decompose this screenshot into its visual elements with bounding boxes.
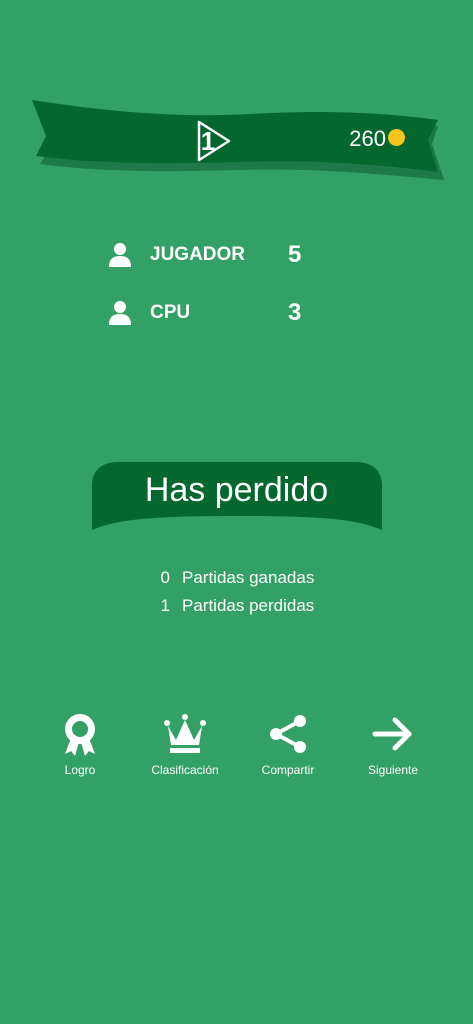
- result-title: Has perdido: [144, 471, 329, 509]
- achievement-label: Logro: [64, 763, 96, 777]
- share-button[interactable]: Compartir: [233, 712, 343, 784]
- games-won-label: Partidas ganadas: [182, 568, 315, 587]
- arrow-right-icon: [372, 717, 412, 751]
- games-won-count: 0: [160, 568, 170, 587]
- crown-icon: [164, 714, 206, 753]
- player-score-jugador: 5: [288, 241, 302, 268]
- cpu-icon: [109, 301, 131, 325]
- coins-count: 260: [349, 126, 386, 151]
- games-lost-count: 1: [160, 596, 170, 615]
- user-icon: [109, 243, 131, 267]
- award-ribbon-icon: [65, 714, 95, 756]
- leaderboard-button[interactable]: Clasificación: [130, 712, 240, 784]
- share-label: Compartir: [261, 763, 315, 777]
- player-name-jugador: JUGADOR: [150, 244, 246, 265]
- next-label: Siguiente: [367, 763, 419, 777]
- achievement-button[interactable]: Logro: [25, 712, 135, 784]
- share-icon: [270, 715, 306, 753]
- next-button[interactable]: Siguiente: [338, 712, 448, 784]
- player-score-cpu: 3: [288, 299, 302, 326]
- leaderboard-label: Clasificación: [151, 763, 219, 777]
- player-name-cpu: CPU: [150, 302, 191, 323]
- games-lost-label: Partidas perdidas: [182, 596, 315, 615]
- level-number: 1: [200, 126, 216, 156]
- coin-icon: [388, 129, 405, 146]
